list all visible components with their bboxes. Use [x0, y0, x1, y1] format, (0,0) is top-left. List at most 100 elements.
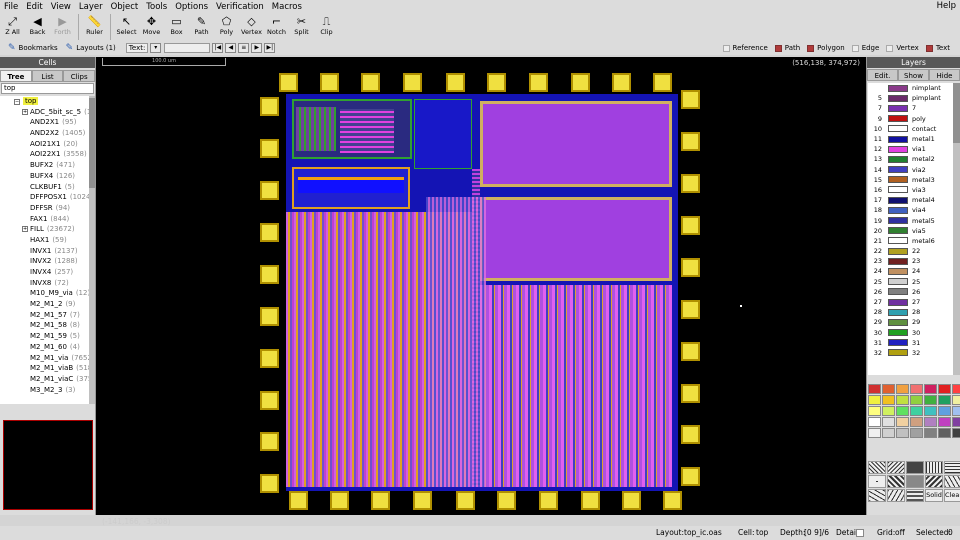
layer-row[interactable]: 15 metal3	[868, 175, 953, 185]
layer-row[interactable]: 5 pimplant	[868, 93, 953, 103]
layer-row[interactable]: 23 23	[868, 256, 953, 266]
palette-color[interactable]	[868, 428, 881, 438]
palette-color[interactable]	[938, 428, 951, 438]
layer-swatch[interactable]	[888, 176, 908, 184]
tree-item[interactable]: AOI21X1 (20)	[0, 139, 95, 150]
layer-swatch[interactable]	[888, 135, 908, 143]
filter-checkbox[interactable]	[774, 44, 782, 52]
notch-button[interactable]: ⌐ Notch	[264, 13, 289, 41]
palette-color[interactable]	[896, 395, 909, 405]
palette-color[interactable]	[896, 428, 909, 438]
tree-item[interactable]: + FILL (23672)	[0, 224, 95, 235]
tree-item[interactable]: HAX1 (59)	[0, 235, 95, 246]
palette-color[interactable]	[882, 395, 895, 405]
palette-color[interactable]	[910, 395, 923, 405]
vertex-button[interactable]: ◇ Vertex	[239, 13, 264, 41]
poly-button[interactable]: ⬠ Poly	[214, 13, 239, 41]
tree-item[interactable]: M2_M1_60 (4)	[0, 342, 95, 353]
fill-pattern[interactable]	[906, 475, 924, 488]
layout-canvas[interactable]: 100.0 um (516,138, 374,972)	[96, 57, 866, 515]
layer-row[interactable]: 26 26	[868, 287, 953, 297]
layer-row[interactable]: 22 22	[868, 246, 953, 256]
layer-row[interactable]: 28 28	[868, 307, 953, 317]
tree-item[interactable]: M2_M1_57 (7)	[0, 310, 95, 321]
filter-vertex[interactable]: Vertex	[886, 44, 919, 52]
palette-color[interactable]	[952, 417, 960, 427]
palette-color[interactable]	[882, 406, 895, 416]
palette-color[interactable]	[882, 428, 895, 438]
tree-item[interactable]: FAX1 (844)	[0, 214, 95, 225]
tree-item[interactable]: +ADC_5bit_sc_5(1)	[0, 107, 95, 118]
path-button[interactable]: ✎ Path	[189, 13, 214, 41]
tree-item[interactable]: INVX2 (1288)	[0, 256, 95, 267]
layer-swatch[interactable]	[888, 196, 908, 204]
menu-view[interactable]: View	[47, 2, 75, 12]
layer-swatch[interactable]	[888, 84, 908, 92]
back-button[interactable]: ◀ Back	[25, 13, 50, 41]
cell-search-input[interactable]: top	[1, 83, 94, 94]
tree-item[interactable]: M10_M9_via (12)	[0, 288, 95, 299]
palette-color[interactable]	[924, 384, 937, 394]
palette-color[interactable]	[924, 406, 937, 416]
hide-layers-button[interactable]: Hide	[929, 69, 960, 81]
text-search-input[interactable]	[164, 43, 211, 53]
tab-list[interactable]: List	[31, 70, 64, 82]
tree-item[interactable]: M2_M1_via (7652)	[0, 353, 95, 364]
menu-verification[interactable]: Verification	[212, 2, 268, 12]
fill-pattern[interactable]	[868, 475, 886, 488]
palette-color[interactable]	[910, 417, 923, 427]
layer-row[interactable]: 9 poly	[868, 114, 953, 124]
fill-pattern[interactable]	[906, 489, 924, 502]
layer-row[interactable]: 18 via4	[868, 205, 953, 215]
layer-row[interactable]: 25 25	[868, 277, 953, 287]
palette-color[interactable]	[938, 417, 951, 427]
collapse-icon[interactable]: −	[14, 99, 20, 105]
palette-color[interactable]	[924, 428, 937, 438]
layer-swatch[interactable]	[888, 206, 908, 214]
text-nav-button-4[interactable]: ▶|	[264, 43, 276, 53]
layer-swatch[interactable]	[888, 166, 908, 174]
forth-button[interactable]: ▶ Forth	[50, 13, 75, 41]
text-dropdown[interactable]: ▾	[150, 43, 162, 53]
layer-swatch[interactable]	[888, 298, 908, 306]
fill-pattern[interactable]	[868, 461, 886, 474]
menu-tools[interactable]: Tools	[142, 2, 171, 12]
fill-pattern[interactable]	[868, 489, 886, 502]
clear-pattern-button[interactable]: Clear	[944, 489, 960, 502]
palette-color[interactable]	[868, 406, 881, 416]
layer-row[interactable]: nimplant	[868, 83, 953, 93]
layer-swatch[interactable]	[888, 349, 908, 357]
filter-edge[interactable]: Edge	[851, 44, 879, 52]
cell-tree-scrollbar[interactable]	[89, 96, 95, 404]
layer-row[interactable]: 77	[868, 103, 953, 113]
text-nav-button-3[interactable]: ▶	[251, 43, 263, 53]
layer-swatch[interactable]	[888, 288, 908, 296]
show-layers-button[interactable]: Show	[898, 69, 929, 81]
palette-color[interactable]	[882, 417, 895, 427]
tree-item[interactable]: INVX1 (2137)	[0, 246, 95, 257]
layer-swatch[interactable]	[888, 267, 908, 275]
palette-color[interactable]	[896, 417, 909, 427]
fill-pattern[interactable]	[906, 461, 924, 474]
palette-color[interactable]	[910, 384, 923, 394]
layer-swatch[interactable]	[888, 237, 908, 245]
tree-item[interactable]: M2_M1_viaB(5185)	[0, 363, 95, 374]
palette-color[interactable]	[952, 428, 960, 438]
menu-layer[interactable]: Layer	[75, 2, 107, 12]
edit-layers-button[interactable]: Edit.	[867, 69, 898, 81]
ruler-button[interactable]: 📏 Ruler	[82, 13, 107, 41]
layouts-button[interactable]: ✎ Layouts (1)	[66, 43, 116, 53]
tab-tree[interactable]: Tree	[0, 70, 32, 82]
layer-row[interactable]: 11 metal1	[868, 134, 953, 144]
filter-path[interactable]: Path	[774, 44, 800, 52]
layer-row[interactable]: 14 via2	[868, 165, 953, 175]
tree-item[interactable]: M2_M1_viaC (375)	[0, 374, 95, 385]
filter-text[interactable]: Text	[925, 44, 950, 52]
palette-color[interactable]	[952, 384, 960, 394]
layer-swatch[interactable]	[888, 308, 908, 316]
text-nav-button-2[interactable]: ≡	[238, 43, 250, 53]
z-all-button[interactable]: ⤢ Z All	[0, 13, 25, 41]
tree-item[interactable]: DFFPOSX1 (1024)	[0, 192, 95, 203]
layer-row[interactable]: 32 32	[868, 348, 953, 358]
palette-color[interactable]	[924, 417, 937, 427]
